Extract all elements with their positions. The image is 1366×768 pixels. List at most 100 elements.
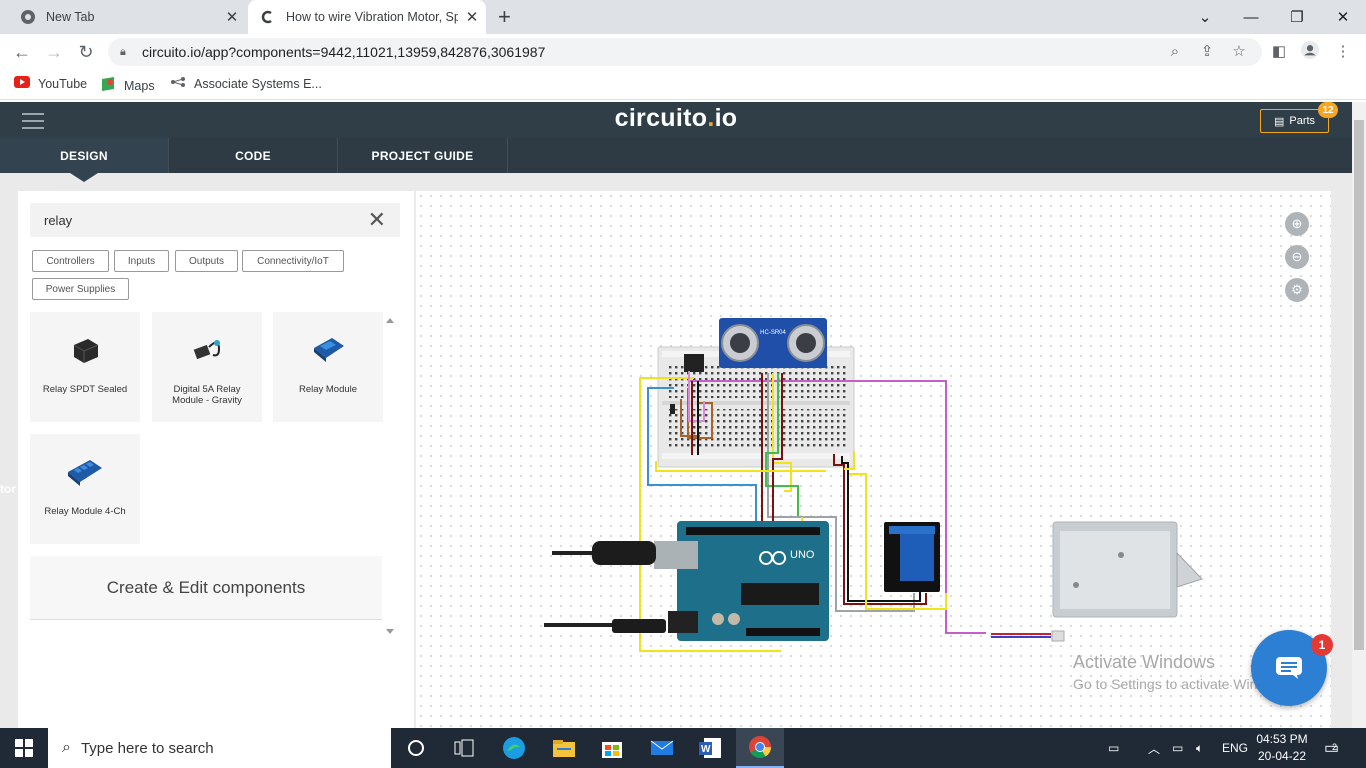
component-list-scrollbar[interactable]	[383, 312, 397, 640]
collapsed-panel-text: tor	[0, 482, 16, 496]
filter-controllers[interactable]: Controllers	[32, 250, 109, 272]
cortana-icon[interactable]	[392, 728, 440, 768]
tab-active-circuito[interactable]: How to wire Vibration Motor, Sp ✕	[248, 0, 486, 34]
sensor-label: HC-SR04	[760, 330, 786, 336]
maps-icon	[100, 76, 116, 95]
taskbar-search-box[interactable]: ⌕ Type here to search	[48, 728, 391, 768]
scrollbar-thumb[interactable]	[1354, 120, 1364, 650]
power-cable	[544, 619, 666, 633]
page-scrollbar[interactable]	[1352, 102, 1366, 728]
usb-cable	[552, 541, 656, 565]
tab-label: PROJECT GUIDE	[371, 148, 474, 163]
mail-icon[interactable]	[638, 728, 686, 768]
filter-outputs[interactable]: Outputs	[175, 250, 238, 272]
notification-count: 2	[1332, 742, 1338, 752]
clock-date: 20-04-22	[1257, 749, 1307, 763]
reload-icon[interactable]: ↻	[74, 40, 98, 64]
tab-label: DESIGN	[60, 148, 108, 163]
filter-connectivity-iot[interactable]: Connectivity/IoT	[242, 250, 344, 272]
browser-toolbar: ← → ↻ 🔒︎ circuito.io/app?components=9442…	[0, 34, 1366, 70]
scroll-up-arrow[interactable]	[386, 318, 394, 323]
component-card[interactable]: Relay Module	[273, 312, 383, 422]
file-explorer-icon[interactable]	[540, 728, 588, 768]
active-tab-notch	[70, 173, 98, 182]
edge-icon[interactable]	[490, 728, 538, 768]
filter-power-supplies[interactable]: Power Supplies	[32, 278, 129, 300]
windows-start-icon[interactable]	[0, 728, 48, 768]
scroll-down-arrow[interactable]	[386, 629, 394, 634]
create-edit-components-button[interactable]: Create & Edit components	[30, 556, 382, 620]
relay-sealed-image	[65, 330, 105, 370]
close-tab-icon[interactable]: ✕	[458, 8, 486, 26]
circuit-diagram: HC-SR04 UNO	[544, 318, 1203, 652]
task-view-icon[interactable]	[440, 728, 488, 768]
parts-count-badge: 12	[1318, 102, 1338, 118]
bookmark-youtube[interactable]: YouTube	[14, 76, 87, 91]
component-label: Relay Module	[298, 384, 358, 395]
word-icon[interactable]: W	[686, 728, 734, 768]
zoom-icon[interactable]: ⌕	[1166, 42, 1184, 60]
component-card[interactable]: Relay SPDT Sealed	[30, 312, 140, 422]
board-label: UNO	[790, 549, 815, 561]
bookmark-label: YouTube	[38, 76, 88, 91]
bookmark-maps[interactable]: Maps	[100, 76, 155, 95]
new-tab-icon[interactable]: +	[498, 6, 511, 28]
bookmarks-bar: YouTube Maps Associate Systems E...	[0, 70, 1366, 100]
relay-module-image	[308, 330, 348, 370]
tray-messages-icon[interactable]: ▭	[1108, 728, 1119, 768]
profile-avatar-icon[interactable]	[1301, 41, 1319, 59]
component-card[interactable]: Digital 5A Relay Module - Gravity	[152, 312, 262, 422]
filter-inputs[interactable]: Inputs	[114, 250, 169, 272]
chrome-taskbar-icon[interactable]	[736, 728, 784, 768]
relay-module-part[interactable]	[884, 522, 940, 592]
ultrasonic-sensor[interactable]: HC-SR04	[719, 318, 827, 368]
solenoid-lock[interactable]	[1051, 521, 1203, 642]
tab-project-guide[interactable]: PROJECT GUIDE	[338, 138, 508, 173]
restore-icon[interactable]: ❐	[1274, 0, 1320, 34]
bookmark-associate-systems[interactable]: Associate Systems E...	[170, 76, 322, 91]
circuito-app: circuito.io ▤ Parts 12 DESIGN CODE PROJEC…	[0, 102, 1352, 728]
design-canvas[interactable]: ⊕ ⊖ ⚙ HC-SR04 UNO	[416, 191, 1331, 728]
component-label: Relay SPDT Sealed	[42, 384, 128, 395]
bookmark-star-icon[interactable]: ☆	[1230, 42, 1248, 60]
microsoft-store-icon[interactable]	[588, 728, 636, 768]
volume-icon[interactable]: 🔈︎	[1196, 728, 1203, 768]
component-panel: ✕ Controllers Inputs Outputs Connectivit…	[18, 191, 414, 728]
language-indicator[interactable]: ENG	[1222, 728, 1248, 768]
tab-design[interactable]: DESIGN	[0, 138, 169, 182]
circuito-logo: circuito.io	[0, 104, 1352, 133]
battery-icon[interactable]: ▭	[1172, 728, 1183, 768]
tray-chevron-icon[interactable]: ︿	[1148, 728, 1160, 768]
tab-title: New Tab	[46, 10, 95, 24]
menu-kebab-icon[interactable]: ⋮	[1334, 42, 1352, 60]
forward-icon[interactable]: →	[42, 40, 66, 64]
bookmark-label: Associate Systems E...	[194, 76, 322, 91]
browser-tab-strip: New Tab ✕ How to wire Vibration Motor, S…	[0, 0, 1366, 34]
tab-code[interactable]: CODE	[169, 138, 338, 173]
arduino-uno-board[interactable]: UNO	[654, 521, 829, 641]
component-search-input[interactable]	[30, 203, 360, 237]
network-icon	[170, 76, 186, 91]
close-tab-icon[interactable]: ✕	[218, 8, 246, 26]
clear-search-icon[interactable]: ✕	[368, 209, 386, 231]
tab-new-tab[interactable]: New Tab ✕	[8, 0, 246, 34]
circuito-favicon-icon	[260, 9, 276, 25]
close-window-icon[interactable]: ✕	[1320, 0, 1366, 34]
address-bar[interactable]: 🔒︎ circuito.io/app?components=9442,11021…	[108, 38, 1262, 66]
relay-4ch-image	[65, 452, 105, 492]
side-panel-icon[interactable]: ◧	[1270, 42, 1288, 60]
tab-search-chevron-icon[interactable]: ⌄	[1182, 0, 1228, 34]
chat-notification-badge: 1	[1311, 634, 1333, 656]
tab-label: CODE	[235, 148, 271, 163]
logo-main: circuito	[614, 104, 708, 132]
list-icon: ▤	[1273, 115, 1285, 128]
notification-center-icon[interactable]: ▭ 2	[1324, 728, 1339, 768]
digital-relay-image	[187, 330, 227, 370]
logo-tail: io	[714, 104, 738, 132]
minimize-icon[interactable]: —	[1228, 0, 1274, 34]
share-icon[interactable]: ⇪	[1198, 42, 1216, 60]
taskbar-clock[interactable]: 04:53 PM 20-04-22	[1252, 731, 1312, 765]
component-card[interactable]: Relay Module 4-Ch	[30, 434, 140, 544]
back-icon[interactable]: ←	[10, 40, 34, 64]
bookmark-label: Maps	[124, 78, 155, 93]
